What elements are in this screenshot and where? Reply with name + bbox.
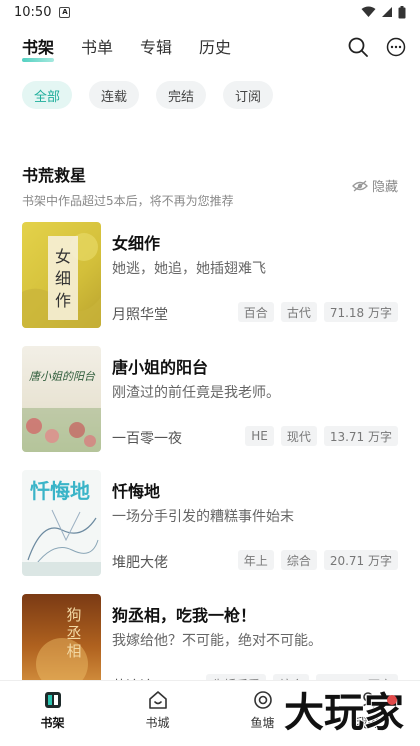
status-bar: 10:50 A [0, 0, 420, 24]
book-word-count: 20.71 万字 [323, 550, 398, 570]
svg-text:忏悔地: 忏悔地 [30, 479, 90, 503]
tab-booklist[interactable]: 书单 [81, 34, 113, 60]
bottom-nav-bookstore[interactable]: 书城 [105, 681, 210, 746]
bookshelf-icon [44, 692, 61, 708]
filter-chips: 全部 连载 完结 订阅 [0, 70, 420, 114]
book-author: 一百零一夜 [112, 431, 182, 447]
tab-album[interactable]: 专辑 [140, 34, 172, 60]
bookstore-icon [148, 691, 167, 709]
bottom-nav-label: 书架 [40, 716, 65, 730]
book-description: 刚渣过的前任竟是我老师。 [112, 385, 280, 401]
watermark-logo: 大玩家 [283, 689, 405, 737]
filter-subscribed[interactable]: 订阅 [223, 81, 274, 109]
book-title: 狗丞相，吃我一枪！ [112, 606, 257, 625]
svg-text:相: 相 [66, 642, 81, 660]
filter-completed[interactable]: 完结 [156, 81, 207, 109]
sim-icon: A [59, 6, 71, 18]
book-description: 她逃，她追，她插翅难飞 [112, 261, 266, 277]
bottom-nav-bookshelf[interactable]: 书架 [0, 681, 105, 746]
bottom-nav-label: 鱼塘 [250, 716, 275, 730]
book-author: 堆肥大佬 [112, 555, 168, 571]
battery-icon [398, 5, 406, 18]
book-word-count: 71.18 万字 [323, 302, 398, 322]
filter-all[interactable]: 全部 [22, 81, 73, 109]
section-title: 书荒救星 [22, 166, 87, 185]
watermark-text: 大玩家 [284, 690, 404, 736]
book-item[interactable]: 唐小姐的阳台 唐小姐的阳台 刚渣过的前任竟是我老师。 一百零一夜 HE 现代 1… [22, 346, 398, 454]
svg-text:细: 细 [55, 269, 71, 288]
section-subtitle: 书架中作品超过5本后，将不再为您推荐 [22, 194, 234, 208]
wifi-icon [361, 6, 376, 17]
recommendation-section-header: 书荒救星 书架中作品超过5本后，将不再为您推荐 隐藏 [22, 162, 398, 209]
svg-text:丞: 丞 [66, 624, 81, 642]
bottom-nav-label: 书城 [145, 716, 170, 730]
status-time: 10:50 [14, 4, 52, 20]
signal-icon [382, 7, 392, 17]
book-tag: 古代 [280, 302, 317, 322]
book-title: 唐小姐的阳台 [112, 358, 209, 377]
eye-hidden-icon [352, 180, 368, 191]
svg-text:作: 作 [55, 291, 71, 310]
book-cover[interactable]: 唐小姐的阳台 [22, 346, 101, 452]
svg-text:女: 女 [55, 247, 71, 266]
book-title: 女细作 [112, 234, 161, 253]
filter-ongoing[interactable]: 连载 [89, 81, 140, 109]
book-description: 一场分手引发的糟糕事件始末 [112, 509, 294, 525]
hide-label: 隐藏 [371, 180, 398, 195]
book-word-count: 13.71 万字 [323, 426, 398, 446]
svg-text:唐小姐的阳台: 唐小姐的阳台 [29, 370, 96, 383]
book-tag: 百合 [237, 302, 274, 322]
tab-bookshelf[interactable]: 书架 [22, 34, 55, 62]
book-item[interactable]: 女 细 作 女细作 她逃，她追，她插翅难飞 月照华堂 百合 古代 71.18 万… [22, 222, 398, 330]
book-tag: 综合 [280, 550, 317, 570]
book-tag: HE [245, 426, 274, 446]
top-navigation: 书架 书单 专辑 历史 [0, 24, 420, 70]
book-item[interactable]: 忏悔地 忏悔地 一场分手引发的糟糕事件始末 堆肥大佬 年上 综合 20.71 万… [22, 470, 398, 578]
book-title: 忏悔地 [112, 482, 161, 501]
more-icon[interactable] [386, 37, 406, 57]
book-tag: 年上 [237, 550, 274, 570]
book-cover[interactable]: 忏悔地 [22, 470, 101, 576]
book-author: 月照华堂 [112, 307, 168, 323]
book-cover[interactable]: 女 细 作 [22, 222, 101, 328]
book-description: 我嫁给他？不可能，绝对不可能。 [112, 633, 322, 649]
hide-button[interactable]: 隐藏 [352, 176, 398, 195]
pond-icon [253, 691, 272, 709]
tab-history[interactable]: 历史 [199, 34, 231, 60]
svg-text:狗: 狗 [66, 606, 81, 624]
book-tag: 现代 [280, 426, 317, 446]
search-icon[interactable] [348, 37, 368, 57]
